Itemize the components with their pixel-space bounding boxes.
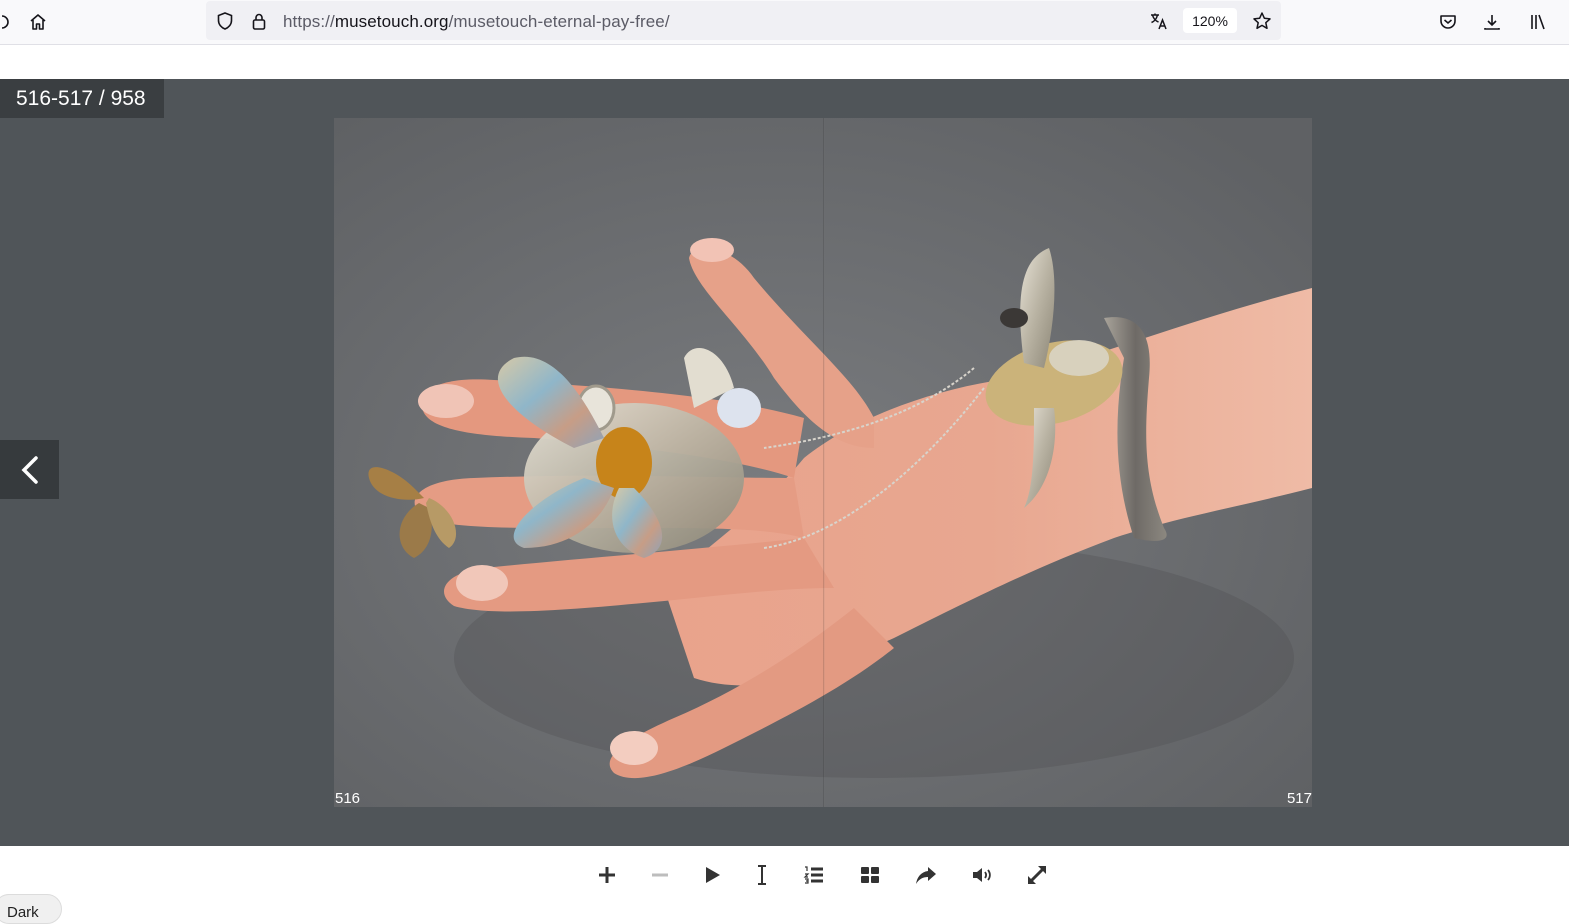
right-page-number: 517	[1286, 790, 1312, 807]
left-page-number: 516	[335, 790, 361, 807]
chevron-left-icon	[21, 455, 38, 484]
zoom-in-icon	[599, 867, 615, 883]
text-select-button[interactable]	[747, 860, 777, 890]
address-bar[interactable]: https://musetouch.org/musetouch-eternal-…	[206, 1, 1281, 40]
table-of-contents-button[interactable]	[799, 860, 829, 890]
thumbnails-icon	[861, 867, 879, 883]
share-button[interactable]	[911, 860, 941, 890]
url-path: /musetouch-eternal-pay-free/	[448, 12, 670, 31]
shield-icon[interactable]	[211, 7, 239, 35]
page-header-strip	[0, 45, 1569, 79]
fullscreen-button[interactable]	[1022, 860, 1052, 890]
theme-toggle[interactable]: Dark	[0, 894, 62, 924]
star-icon[interactable]	[1248, 7, 1276, 35]
thumbnails-button[interactable]	[855, 860, 885, 890]
page-counter: 516-517 / 958	[0, 79, 164, 118]
lock-icon[interactable]	[245, 7, 273, 35]
url-domain: musetouch.org	[334, 12, 449, 31]
home-icon[interactable]	[24, 8, 52, 36]
play-icon	[706, 867, 720, 883]
zoom-out-icon	[652, 873, 668, 877]
browser-toolbar: https://musetouch.org/musetouch-eternal-…	[0, 0, 1569, 45]
book-spread[interactable]: 516 517	[334, 118, 1312, 807]
zoom-out-button[interactable]	[645, 860, 675, 890]
autoplay-button[interactable]	[697, 860, 727, 890]
table-of-contents-icon	[803, 866, 823, 884]
share-icon	[916, 867, 936, 884]
library-icon[interactable]	[1524, 8, 1552, 36]
url-text[interactable]: https://musetouch.org/musetouch-eternal-…	[283, 12, 670, 32]
sound-button[interactable]	[967, 860, 997, 890]
zoom-in-button[interactable]	[592, 860, 622, 890]
previous-page-button[interactable]	[0, 440, 59, 499]
fullscreen-icon	[1028, 866, 1046, 884]
flipbook-viewer: 516-517 / 958 516 517	[0, 79, 1569, 846]
zoom-level-badge[interactable]: 120%	[1183, 8, 1237, 33]
text-select-icon	[758, 865, 766, 885]
sound-icon	[973, 868, 991, 882]
pocket-icon[interactable]	[1434, 8, 1462, 36]
download-icon[interactable]	[1478, 8, 1506, 36]
url-scheme: https://	[283, 12, 335, 31]
translate-icon[interactable]	[1145, 7, 1173, 35]
viewer-controls: Dark	[0, 846, 1569, 924]
reload-icon[interactable]	[0, 8, 18, 36]
spread-fold	[823, 118, 825, 807]
